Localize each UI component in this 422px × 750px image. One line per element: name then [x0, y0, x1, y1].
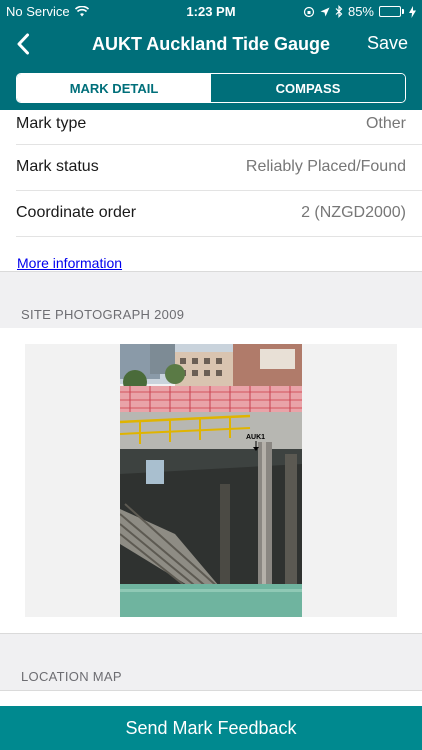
- segmented-control: MARK DETAIL COMPASS: [16, 73, 406, 103]
- page-title: AUKT Auckland Tide Gauge: [91, 34, 331, 54]
- segmented-control-bar: MARK DETAIL COMPASS: [0, 66, 422, 110]
- photo-frame: AUK1: [25, 344, 397, 617]
- status-right: 85%: [303, 4, 416, 19]
- orientation-lock-icon: [303, 6, 315, 17]
- tab-mark-detail[interactable]: MARK DETAIL: [17, 74, 211, 102]
- detail-value: 2 (NZGD2000): [301, 204, 406, 221]
- detail-row-mark-type: Mark type Other: [16, 110, 422, 145]
- detail-label: Mark status: [16, 158, 99, 175]
- section-title: SITE PHOTOGRAPH 2009: [21, 307, 185, 322]
- section-title: LOCATION MAP: [21, 669, 122, 684]
- tab-compass[interactable]: COMPASS: [211, 74, 405, 102]
- detail-row-mark-status: Mark status Reliably Placed/Found: [16, 145, 422, 191]
- bluetooth-icon: [335, 5, 343, 18]
- mark-detail-list: Mark type Other Mark status Reliably Pla…: [0, 110, 422, 237]
- navigation-bar: AUKT Auckland Tide Gauge Save: [0, 22, 422, 66]
- battery-percent: 85%: [347, 4, 374, 19]
- charging-bolt-icon: [409, 5, 416, 18]
- battery-icon: [379, 6, 404, 17]
- location-map-area: [0, 690, 422, 706]
- location-arrow-icon: [320, 7, 330, 16]
- status-bar: No Service 1:23 PM 85%: [0, 0, 422, 22]
- detail-row-coordinate-order: Coordinate order 2 (NZGD2000): [16, 191, 422, 237]
- photo-annotation: AUK1: [246, 434, 265, 441]
- detail-label: Coordinate order: [16, 204, 137, 221]
- detail-value: Reliably Placed/Found: [245, 158, 406, 175]
- save-button[interactable]: Save: [367, 33, 408, 54]
- site-photograph-header: SITE PHOTOGRAPH 2009: [0, 271, 422, 329]
- detail-label: Mark type: [16, 115, 87, 132]
- location-map-header: LOCATION MAP: [0, 633, 422, 691]
- detail-value: Other: [365, 115, 406, 132]
- site-photograph-card: AUK1: [0, 328, 422, 633]
- site-photograph[interactable]: AUK1: [120, 344, 302, 617]
- more-information-link[interactable]: More information: [17, 255, 122, 271]
- send-mark-feedback-button[interactable]: Send Mark Feedback: [0, 706, 422, 750]
